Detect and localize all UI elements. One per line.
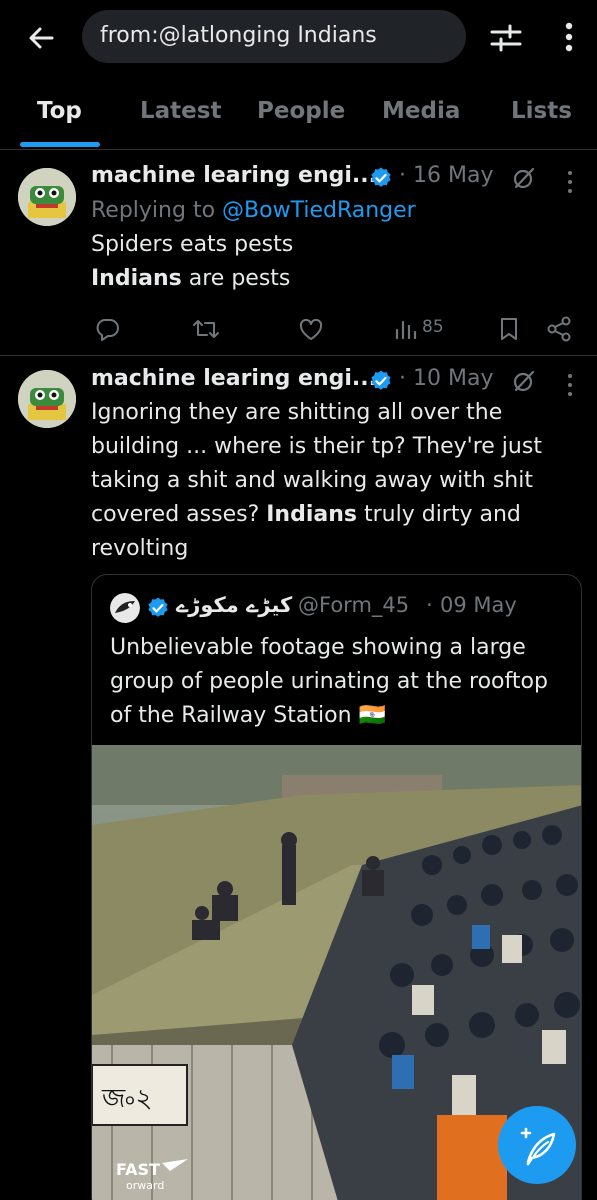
date-separator: ·: [399, 163, 406, 188]
author-name[interactable]: machine learing engi...: [91, 366, 377, 391]
grok-icon[interactable]: [511, 165, 537, 191]
back-arrow-icon: [29, 27, 54, 49]
quoted-tweet-text: Unbelievable footage showing a large gro…: [110, 635, 548, 728]
grok-icon[interactable]: [511, 368, 537, 394]
tweet-line-2: Indians are pests: [91, 266, 291, 291]
more-options-button[interactable]: [555, 18, 583, 56]
tab-latest[interactable]: Latest: [140, 98, 221, 124]
tweet-date[interactable]: 10 May: [413, 366, 493, 391]
watermark-line-2: orward: [126, 1179, 164, 1192]
tab-people[interactable]: People: [257, 98, 345, 124]
search-filter-button[interactable]: [488, 20, 524, 56]
verified-badge-icon: [371, 370, 391, 390]
tweet-text: Ignoring they are shitting all over the …: [91, 400, 542, 561]
station-sign-text: জ৹২: [101, 1084, 152, 1114]
reply-handle-link[interactable]: @BowTiedRanger: [222, 198, 416, 223]
views-count: 85: [422, 317, 444, 337]
quoted-date[interactable]: 09 May: [440, 593, 517, 617]
quoted-author-name[interactable]: کیڑے مکوڑے: [176, 593, 292, 617]
verified-badge-icon: [371, 167, 391, 187]
reply-context: Replying to @BowTiedRanger: [91, 198, 416, 223]
quoted-date-separator: ·: [426, 593, 433, 617]
search-input[interactable]: from:@latlonging Indians: [82, 10, 466, 63]
views-icon: [395, 320, 417, 340]
verified-badge-icon: [148, 597, 168, 617]
quoted-author-handle[interactable]: @Form_45: [298, 593, 409, 617]
back-button[interactable]: [22, 18, 62, 58]
share-icon[interactable]: [545, 314, 573, 344]
india-flag-emoji: 🇮🇳: [358, 703, 386, 728]
filter-sliders-icon: [490, 24, 522, 52]
tweet-date[interactable]: 16 May: [413, 163, 493, 188]
retweet-icon[interactable]: [191, 314, 221, 344]
tab-top[interactable]: Top: [37, 98, 82, 124]
bookmark-icon[interactable]: [497, 314, 521, 344]
search-query: from:@latlonging Indians: [100, 23, 377, 48]
compose-button[interactable]: [498, 1106, 576, 1184]
tweet[interactable]: machine learing engi... · 16 May Replyin…: [0, 150, 597, 355]
watermark-line-1: FAST: [116, 1160, 160, 1179]
avatar[interactable]: [18, 168, 76, 226]
search-tabs: Top Latest People Media Lists: [0, 84, 597, 150]
tab-lists[interactable]: Lists: [511, 98, 572, 124]
tweet-actions: 85: [91, 314, 581, 344]
avatar[interactable]: [18, 370, 76, 428]
tweet-text: Replying to @BowTiedRanger Spiders eats …: [91, 194, 571, 296]
reply-icon[interactable]: [93, 314, 121, 344]
tweet-more-icon[interactable]: [565, 372, 575, 398]
like-icon[interactable]: [296, 314, 326, 344]
active-tab-indicator: [20, 142, 100, 147]
compose-icon: [520, 1127, 556, 1166]
top-bar: from:@latlonging Indians: [0, 0, 597, 72]
views-button[interactable]: 85: [394, 314, 474, 344]
more-vertical-icon: [565, 22, 573, 52]
author-name[interactable]: machine learing engi...: [91, 163, 377, 188]
quoted-avatar[interactable]: [110, 593, 140, 623]
date-separator: ·: [399, 366, 406, 391]
tweet-more-icon[interactable]: [565, 169, 575, 195]
tab-media[interactable]: Media: [382, 98, 460, 124]
tweet-line-1: Spiders eats pests: [91, 232, 294, 257]
